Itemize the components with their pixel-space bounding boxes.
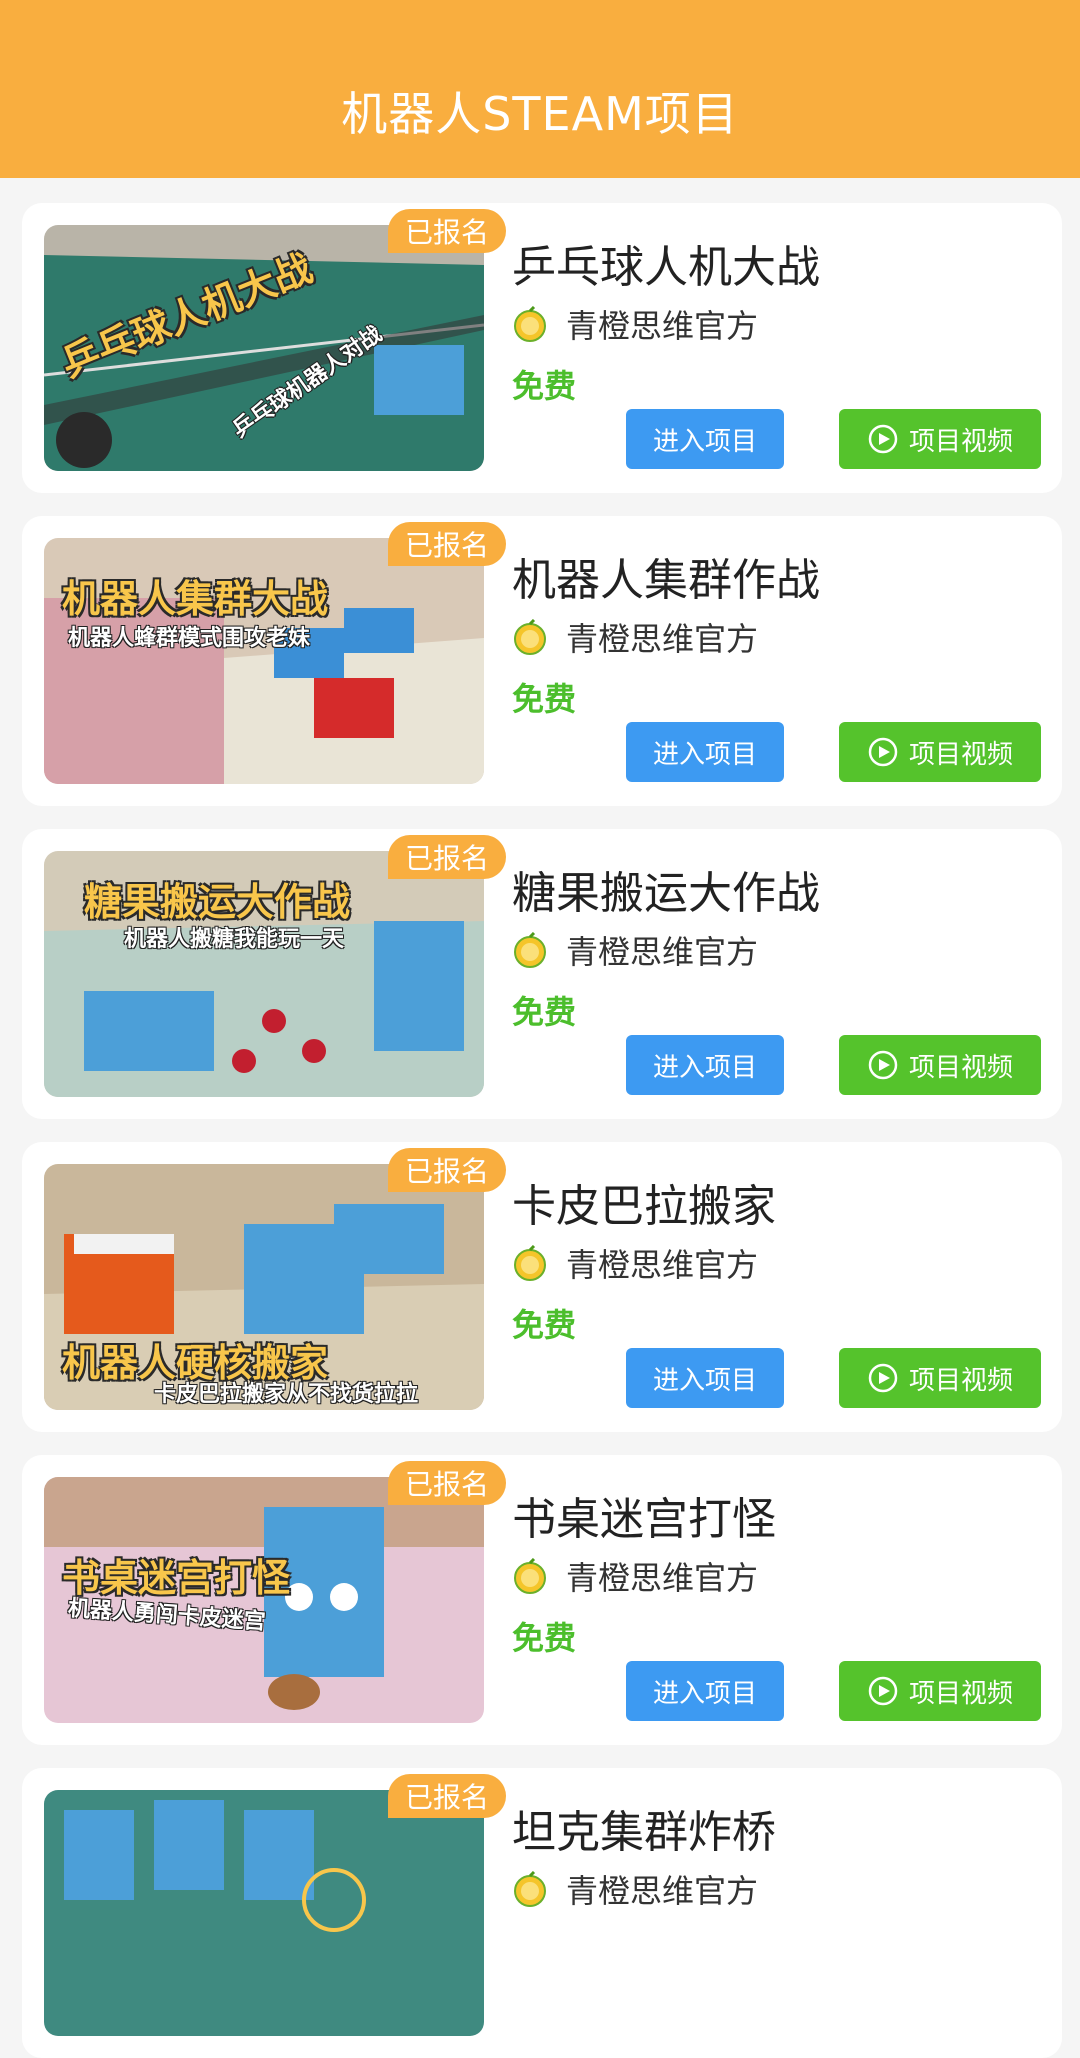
project-thumbnail[interactable]: 机器人集群大战 机器人蜂群模式围攻老妹: [44, 538, 484, 784]
video-button-label: 项目视频: [908, 1365, 1013, 1396]
project-video-button[interactable]: 项目视频: [839, 409, 1041, 469]
project-card[interactable]: 机器人集群大战 机器人蜂群模式围攻老妹 已报名 机器人集群作战 青橙思维官方 免…: [22, 516, 1062, 806]
thumbnail-caption: 糖果搬运大作战: [84, 880, 351, 924]
project-video-button[interactable]: 项目视频: [839, 722, 1041, 782]
registered-badge: 已报名: [388, 835, 506, 879]
author-name: 青橙思维官方: [566, 933, 759, 971]
enter-project-button[interactable]: 进入项目: [626, 1348, 784, 1408]
price-label: 免费: [512, 1619, 577, 1657]
project-title[interactable]: 乒乓球人机大战: [512, 231, 820, 295]
video-button-label: 项目视频: [908, 426, 1013, 457]
thumbnail-subcaption: 机器人搬糖我能玩一天: [124, 927, 345, 952]
registered-badge: 已报名: [388, 209, 506, 253]
project-title[interactable]: 坦克集群炸桥: [512, 1796, 776, 1860]
project-card[interactable]: 机器人硬核搬家 卡皮巴拉搬家从不找货拉拉 已报名 卡皮巴拉搬家 青橙思维官方 免…: [22, 1142, 1062, 1432]
enter-project-button[interactable]: 进入项目: [626, 722, 784, 782]
orange-icon: [514, 1558, 546, 1594]
play-circle-icon: [868, 1676, 898, 1706]
registered-badge: 已报名: [388, 1461, 506, 1505]
orange-icon: [514, 1871, 546, 1907]
author-name: 青橙思维官方: [566, 307, 759, 345]
registered-badge: 已报名: [388, 1148, 506, 1192]
price-label: 免费: [512, 1306, 577, 1344]
orange-icon: [514, 1245, 546, 1281]
orange-icon: [514, 932, 546, 968]
author-row: 青橙思维官方: [512, 301, 758, 347]
project-thumbnail[interactable]: [44, 1790, 484, 2036]
enter-project-button[interactable]: 进入项目: [626, 409, 784, 469]
project-card[interactable]: 糖果搬运大作战 机器人搬糖我能玩一天 已报名 糖果搬运大作战 青橙思维官方 免费…: [22, 829, 1062, 1119]
video-button-label: 项目视频: [908, 1678, 1013, 1709]
thumbnail-subcaption: 机器人蜂群模式围攻老妹: [68, 626, 311, 651]
author-row: 青橙思维官方: [512, 927, 758, 973]
project-card[interactable]: 书桌迷宫打怪 机器人勇闯卡皮迷宫 已报名 书桌迷宫打怪 青橙思维官方 免费 进入…: [22, 1455, 1062, 1745]
price-label: 免费: [512, 993, 577, 1031]
author-name: 青橙思维官方: [566, 1246, 759, 1284]
thumbnail-image: [44, 1790, 484, 2036]
author-row: 青橙思维官方: [512, 614, 758, 660]
thumbnail-subcaption: 卡皮巴拉搬家从不找货拉拉: [154, 1382, 419, 1407]
registered-badge: 已报名: [388, 1774, 506, 1818]
video-button-label: 项目视频: [908, 739, 1013, 770]
author-row: 青橙思维官方: [512, 1866, 758, 1912]
author-name: 青橙思维官方: [566, 620, 759, 658]
project-thumbnail[interactable]: 书桌迷宫打怪 机器人勇闯卡皮迷宫: [44, 1477, 484, 1723]
project-video-button[interactable]: 项目视频: [839, 1661, 1041, 1721]
project-title[interactable]: 糖果搬运大作战: [512, 857, 820, 921]
project-video-button[interactable]: 项目视频: [839, 1348, 1041, 1408]
play-circle-icon: [868, 1050, 898, 1080]
author-name: 青橙思维官方: [566, 1559, 759, 1597]
play-circle-icon: [868, 1363, 898, 1393]
price-label: 免费: [512, 367, 577, 405]
play-circle-icon: [868, 424, 898, 454]
page-title: 机器人STEAM项目: [341, 87, 739, 141]
project-title[interactable]: 卡皮巴拉搬家: [512, 1170, 776, 1234]
project-title[interactable]: 机器人集群作战: [512, 544, 820, 608]
enter-project-button[interactable]: 进入项目: [626, 1035, 784, 1095]
project-thumbnail[interactable]: 乒乓球人机大战 乒乓球机器人对战: [44, 225, 484, 471]
orange-icon: [514, 306, 546, 342]
project-card[interactable]: 已报名 坦克集群炸桥 青橙思维官方: [22, 1768, 1062, 2058]
project-thumbnail[interactable]: 机器人硬核搬家 卡皮巴拉搬家从不找货拉拉: [44, 1164, 484, 1410]
project-video-button[interactable]: 项目视频: [839, 1035, 1041, 1095]
thumbnail-caption: 机器人集群大战: [62, 577, 329, 621]
app-header: 机器人STEAM项目: [0, 0, 1080, 178]
registered-badge: 已报名: [388, 522, 506, 566]
project-thumbnail[interactable]: 糖果搬运大作战 机器人搬糖我能玩一天: [44, 851, 484, 1097]
orange-icon: [514, 619, 546, 655]
author-row: 青橙思维官方: [512, 1553, 758, 1599]
price-label: 免费: [512, 680, 577, 718]
enter-project-button[interactable]: 进入项目: [626, 1661, 784, 1721]
project-card[interactable]: 乒乓球人机大战 乒乓球机器人对战 已报名 乒乓球人机大战 青橙思维官方 免费 进…: [22, 203, 1062, 493]
video-button-label: 项目视频: [908, 1052, 1013, 1083]
project-title[interactable]: 书桌迷宫打怪: [512, 1483, 776, 1547]
author-name: 青橙思维官方: [566, 1872, 759, 1910]
play-circle-icon: [868, 737, 898, 767]
author-row: 青橙思维官方: [512, 1240, 758, 1286]
